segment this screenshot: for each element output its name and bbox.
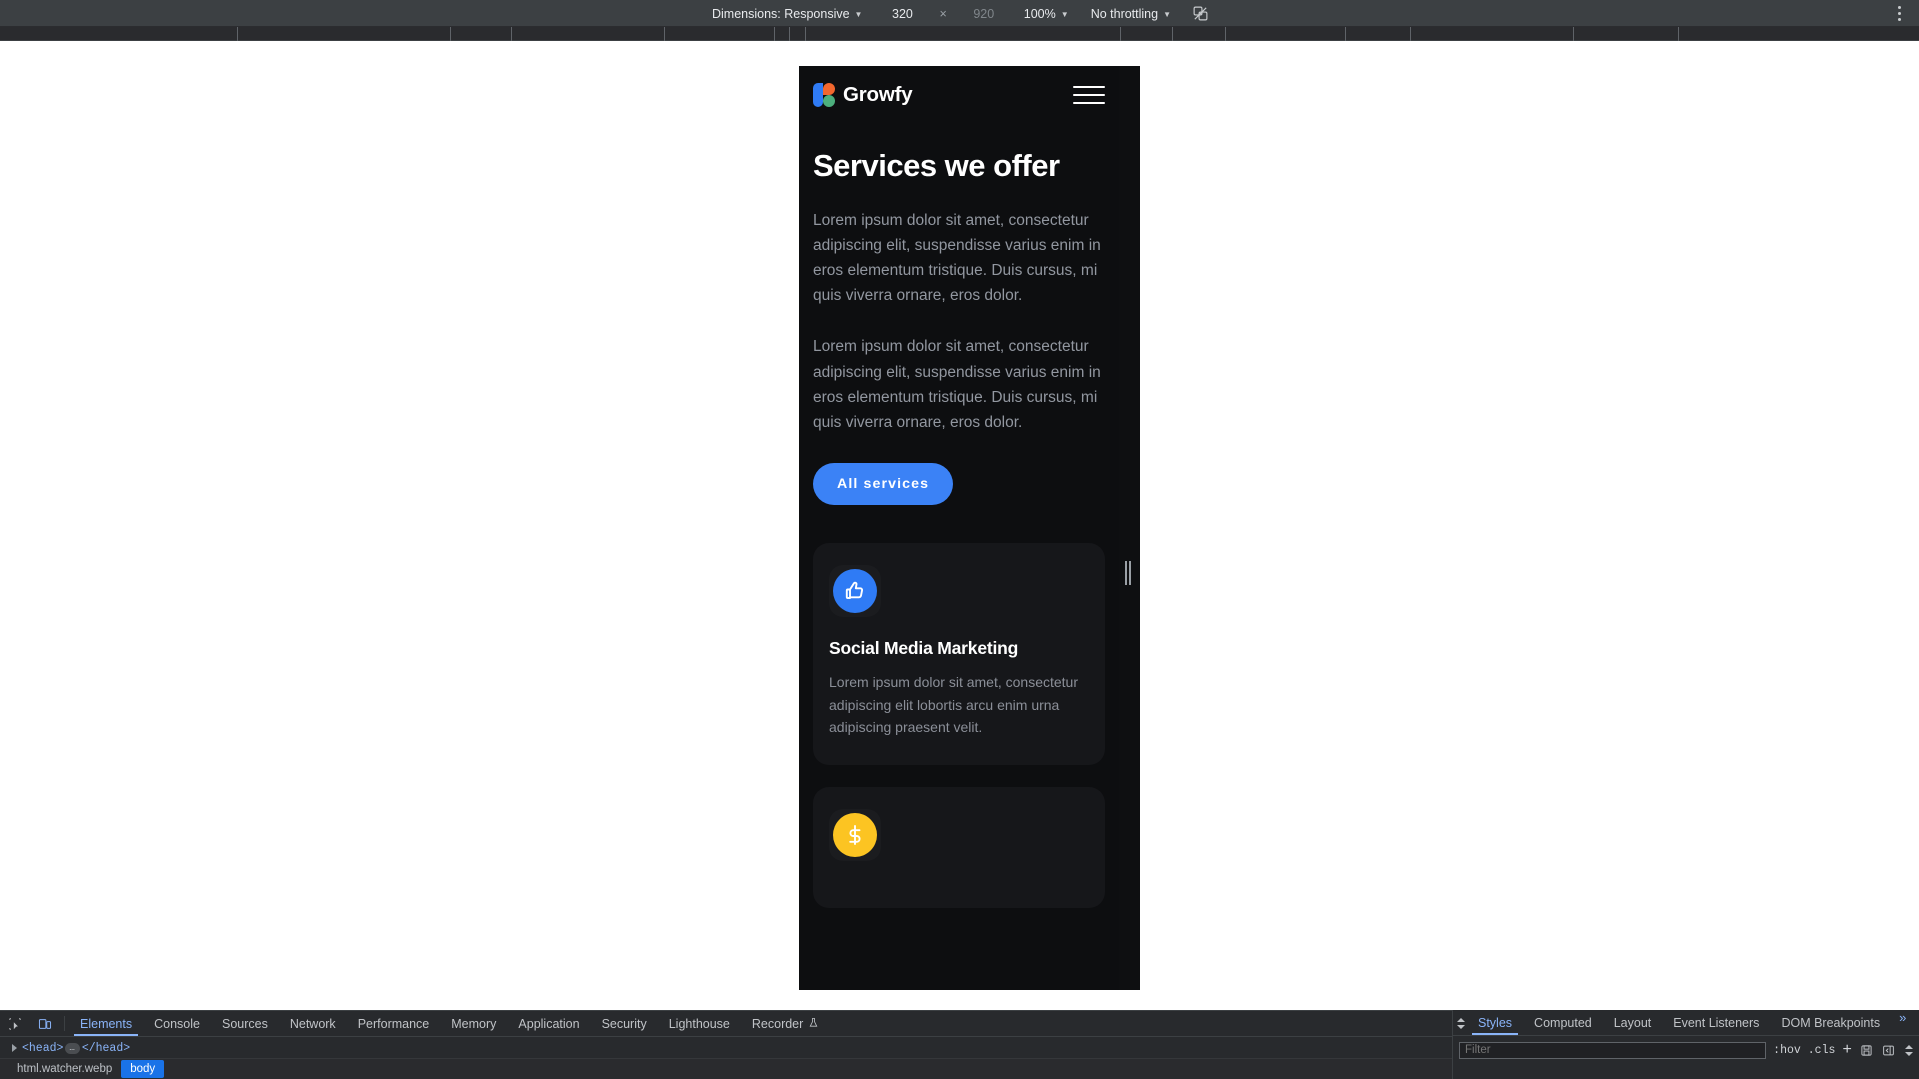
hamburger-menu-icon[interactable] (1073, 84, 1105, 106)
styles-tabbar: Styles Computed Layout Event Listeners D… (1453, 1010, 1919, 1036)
service-card[interactable] (813, 786, 1105, 908)
chevron-down-icon: ▼ (1060, 9, 1069, 19)
new-style-rule-button[interactable]: + (1842, 1042, 1852, 1058)
all-services-button[interactable]: All services (813, 462, 954, 505)
tab-lighthouse[interactable]: Lighthouse (658, 1011, 741, 1036)
zoom-level-label: 100% (1023, 6, 1056, 21)
viewport-height-input[interactable] (961, 6, 1006, 21)
service-card-text: Lorem ipsum dolor sit amet, consectetur … (829, 673, 1078, 736)
dollar-sign-icon (833, 812, 877, 857)
styles-sidebar: Styles Computed Layout Event Listeners D… (1452, 1010, 1919, 1079)
service-icon-wrap (829, 809, 881, 861)
tab-styles[interactable]: Styles (1467, 1010, 1523, 1035)
site-header: Growfy (799, 66, 1119, 124)
device-toolbar-more-icon[interactable] (1886, 0, 1912, 27)
viewport-ruler (0, 27, 1919, 41)
service-card-title: Social Media Marketing (829, 637, 1019, 658)
device-emulation-toolbar: Dimensions: Responsive ▼ × 100% ▼ No thr… (0, 0, 1919, 27)
dom-node-head-close[interactable]: </head> (82, 1042, 130, 1055)
tab-sources[interactable]: Sources (211, 1011, 279, 1036)
toggle-sidebar-icon[interactable] (1881, 1043, 1896, 1058)
styles-scroll-stepper[interactable] (1903, 1044, 1914, 1056)
breadcrumb-item-html[interactable]: html.watcher.webp (8, 1060, 121, 1078)
brand-name: Growfy (843, 83, 913, 106)
service-card[interactable]: Social Media Marketing Lorem ipsum dolor… (813, 542, 1105, 765)
tab-network[interactable]: Network (279, 1011, 347, 1036)
rotate-device-icon[interactable] (1189, 3, 1211, 25)
dimension-separator: × (939, 6, 947, 21)
device-frame: Growfy Services we offer Lorem ipsum dol… (799, 66, 1140, 990)
tab-elements[interactable]: Elements (69, 1011, 143, 1036)
device-canvas: Growfy Services we offer Lorem ipsum dol… (0, 41, 1919, 1044)
dimensions-label: Dimensions: Responsive (711, 6, 850, 21)
recorder-flask-icon (808, 1017, 819, 1031)
tab-recorder[interactable]: Recorder (741, 1011, 830, 1036)
hero-paragraph-1: Lorem ipsum dolor sit amet, consectetur … (813, 211, 1101, 305)
throttling-dropdown[interactable]: No throttling ▼ (1087, 5, 1175, 23)
dom-breadcrumb: html.watcher.webp body (0, 1058, 1465, 1079)
tab-computed[interactable]: Computed (1523, 1010, 1603, 1035)
dom-node-collapsed-icon[interactable]: … (65, 1042, 80, 1054)
styles-tabs-overflow-icon[interactable]: » (1891, 1010, 1914, 1035)
styles-toolbar: :hov .cls + (1453, 1038, 1919, 1062)
hero-paragraph-2: Lorem ipsum dolor sit amet, consectetur … (813, 338, 1101, 431)
tab-security[interactable]: Security (591, 1011, 658, 1036)
tab-recorder-label: Recorder (751, 1016, 804, 1031)
service-icon-wrap (829, 565, 881, 617)
element-classes-button[interactable]: .cls (1808, 1044, 1836, 1057)
save-icon[interactable] (1859, 1043, 1874, 1058)
toggle-device-toolbar-icon[interactable] (30, 1011, 60, 1036)
force-state-button[interactable]: :hov (1773, 1044, 1801, 1057)
tab-event-listeners[interactable]: Event Listeners (1662, 1010, 1770, 1035)
tab-dom-breakpoints[interactable]: DOM Breakpoints (1770, 1010, 1891, 1035)
dimensions-dropdown[interactable]: Dimensions: Responsive ▼ (708, 5, 866, 23)
zoom-dropdown[interactable]: 100% ▼ (1020, 5, 1073, 23)
viewport-resize-handle-right[interactable] (1124, 560, 1132, 586)
device-toolbar-controls: Dimensions: Responsive ▼ × 100% ▼ No thr… (0, 0, 1919, 27)
throttling-label: No throttling (1090, 6, 1159, 21)
dom-node-head-open[interactable]: <head> (22, 1042, 63, 1055)
breadcrumb-item-body[interactable]: body (121, 1060, 165, 1078)
inspect-element-icon[interactable] (0, 1011, 30, 1036)
styles-filter-input[interactable] (1459, 1041, 1767, 1059)
thumbs-up-icon (833, 568, 877, 613)
chevron-down-icon: ▼ (1163, 9, 1172, 19)
device-viewport: Growfy Services we offer Lorem ipsum dol… (799, 66, 1119, 990)
dom-tree: <head> … </head> (0, 1037, 1465, 1059)
brand-logo[interactable]: Growfy (813, 83, 913, 107)
tab-layout[interactable]: Layout (1603, 1010, 1663, 1035)
services-card-list: Social Media Marketing Lorem ipsum dolor… (799, 542, 1119, 908)
tab-performance[interactable]: Performance (347, 1011, 441, 1036)
expand-triangle-icon[interactable] (12, 1044, 17, 1052)
viewport-width-input[interactable] (880, 6, 925, 21)
tab-application[interactable]: Application (507, 1011, 590, 1036)
growfy-logo-icon (813, 83, 835, 107)
chevron-down-icon: ▼ (854, 9, 863, 19)
tab-memory[interactable]: Memory (440, 1011, 507, 1036)
page-title: Services we offer (813, 148, 1060, 183)
tab-console[interactable]: Console (143, 1011, 211, 1036)
